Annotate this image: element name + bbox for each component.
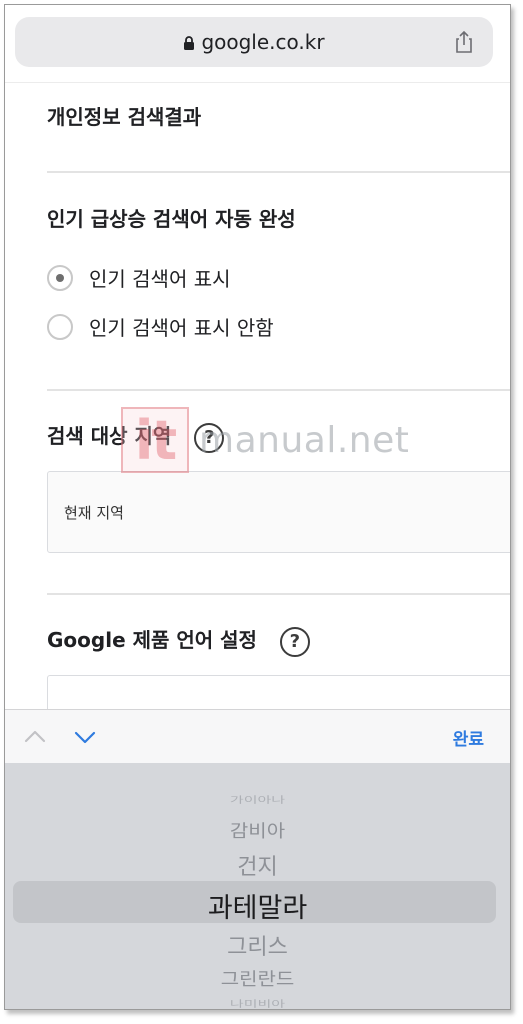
radio-button-checked[interactable] (47, 264, 73, 291)
language-title-text: Google 제품 언어 설정 (47, 628, 257, 652)
picker-item[interactable]: 나미비아 (5, 997, 510, 1009)
settings-content: 개인정보 검색결과 인기 급상승 검색어 자동 완성 인기 검색어 표시 인기 … (5, 83, 510, 709)
radio-show-trending[interactable]: 인기 검색어 표시 (47, 263, 231, 292)
picker-item[interactable]: 가이아나 (5, 793, 510, 806)
picker-item-selected[interactable]: 과테말라 (5, 886, 510, 925)
country-picker[interactable]: 가이아나 감비아 건지 과테말라 그리스 그린란드 나미비아 (5, 763, 510, 1009)
picker-item[interactable]: 그리스 (5, 929, 510, 961)
radio-label: 인기 검색어 표시 (89, 267, 231, 291)
watermark-logo: it (121, 407, 189, 473)
picker-item[interactable]: 감비아 (5, 817, 510, 843)
radio-button-unchecked[interactable] (47, 313, 73, 340)
chevron-down-icon[interactable] (73, 725, 97, 749)
divider (47, 389, 510, 391)
browser-toolbar: google.co.kr (5, 5, 510, 83)
watermark: it manual.net (121, 407, 409, 473)
phone-screen: google.co.kr 개인정보 검색결과 인기 급상승 검색어 자동 완성 … (4, 4, 511, 1010)
divider (47, 171, 510, 173)
share-icon[interactable] (453, 30, 475, 54)
language-select[interactable] (47, 675, 510, 709)
radio-label: 인기 검색어 표시 안함 (89, 316, 274, 340)
private-results-title[interactable]: 개인정보 검색결과 (47, 101, 201, 130)
address-bar[interactable]: google.co.kr (15, 17, 493, 67)
language-title: Google 제품 언어 설정 ? (47, 624, 310, 657)
chevron-up-icon[interactable] (23, 725, 47, 749)
radio-hide-trending[interactable]: 인기 검색어 표시 안함 (47, 312, 274, 341)
region-select[interactable]: 현재 지역 (47, 471, 510, 553)
divider (47, 593, 510, 595)
autocomplete-title: 인기 급상승 검색어 자동 완성 (47, 207, 296, 231)
help-icon[interactable]: ? (279, 626, 310, 657)
picker-item[interactable]: 그린란드 (5, 965, 510, 991)
done-button[interactable]: 완료 (453, 725, 484, 750)
watermark-text: manual.net (199, 419, 410, 461)
picker-item[interactable]: 건지 (5, 849, 510, 881)
lock-icon (184, 36, 195, 50)
url-text: google.co.kr (201, 30, 325, 54)
region-value: 현재 지역 (64, 504, 124, 522)
keyboard-accessory-bar: 완료 (5, 709, 510, 763)
